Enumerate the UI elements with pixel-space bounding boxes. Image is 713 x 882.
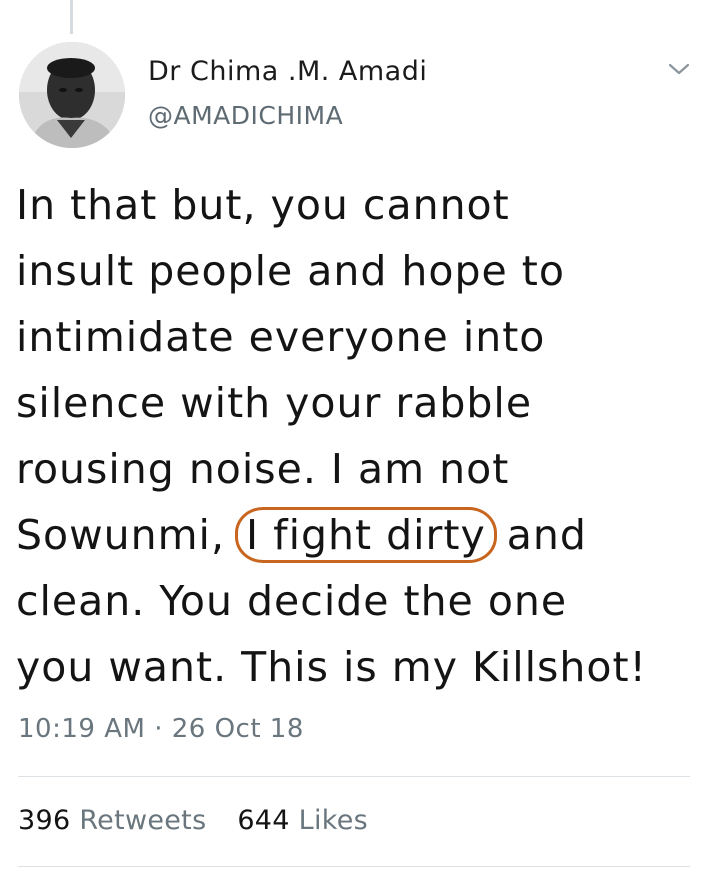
avatar[interactable]: [19, 42, 125, 148]
tweet-line: rousing noise. I am not: [16, 445, 510, 493]
tweet-line: silence with your rabble: [16, 379, 533, 427]
circled-phrase: I fight dirty: [235, 507, 497, 563]
retweets-stat[interactable]: 396 Retweets: [18, 805, 206, 836]
divider: [18, 866, 690, 867]
tweet-line: In that but, you cannot: [16, 181, 510, 229]
tweet-line-part: and: [506, 511, 587, 559]
tweet-line: you want. This is my Killshot!: [16, 643, 647, 691]
author-handle[interactable]: @AMADICHIMA: [148, 101, 343, 130]
divider: [18, 776, 690, 777]
likes-count: 644: [237, 805, 290, 836]
timestamp-separator: ·: [154, 714, 163, 744]
tweet-line-part: Sowunmi,: [16, 511, 225, 559]
tweet-line: clean. You decide the one: [16, 577, 568, 625]
tweet-time: 10:19 AM: [18, 714, 146, 744]
likes-label: Likes: [298, 805, 369, 836]
engagement-stats: 396 Retweets 644 Likes: [18, 805, 390, 836]
tweet-line-annotated: Sowunmi, I fight dirty and: [16, 502, 696, 568]
tweet-text: In that but, you cannot insult people an…: [16, 172, 696, 700]
chevron-down-icon[interactable]: [666, 58, 692, 80]
author-name[interactable]: Dr Chima .M. Amadi: [148, 56, 427, 87]
tweet-timestamp[interactable]: 10:19 AM · 26 Oct 18: [18, 714, 304, 744]
tweet-date: 26 Oct 18: [171, 714, 304, 744]
retweets-label: Retweets: [79, 805, 207, 836]
author-photo-icon: [19, 42, 125, 148]
likes-stat[interactable]: 644 Likes: [237, 805, 368, 836]
tweet-line: insult people and hope to: [16, 247, 565, 295]
thread-connector-line: [70, 0, 73, 34]
retweets-count: 396: [18, 805, 71, 836]
tweet-line: intimidate everyone into: [16, 313, 546, 361]
